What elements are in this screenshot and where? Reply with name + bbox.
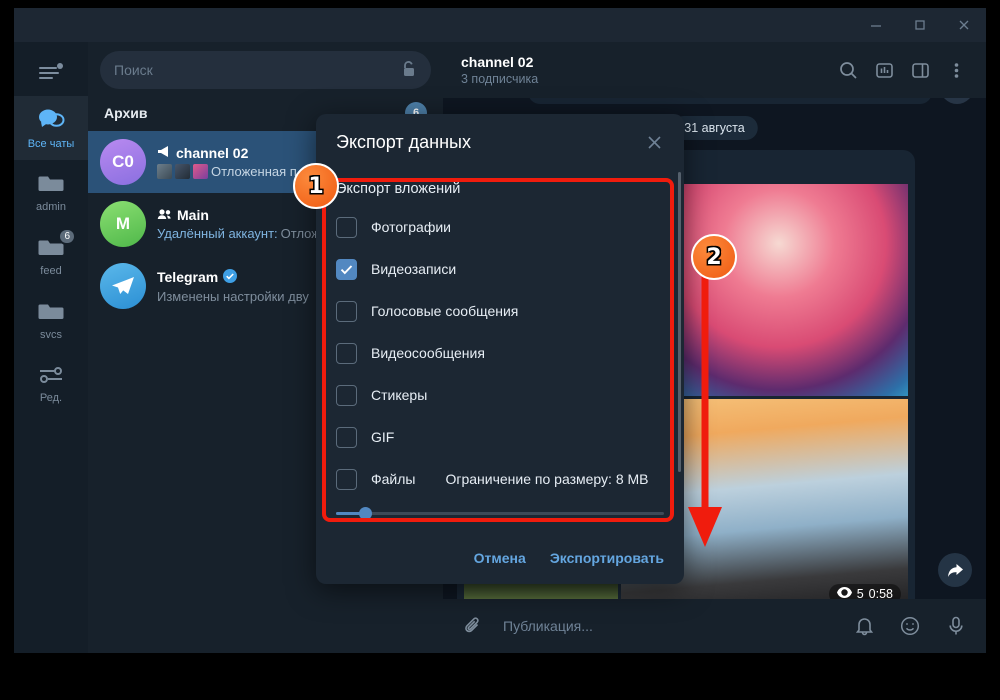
dialog-title: Экспорт данных bbox=[336, 131, 471, 152]
highlight-box bbox=[322, 178, 674, 522]
cancel-button[interactable]: Отмена bbox=[474, 550, 526, 566]
annotation-arrow bbox=[688, 255, 722, 547]
dialog-header: Экспорт данных bbox=[316, 114, 684, 170]
callout-2: 2 bbox=[691, 234, 737, 280]
callout-1: 1 bbox=[293, 163, 339, 209]
export-button[interactable]: Экспортировать bbox=[550, 550, 664, 566]
dialog-footer: Отмена Экспортировать bbox=[316, 532, 684, 584]
close-icon[interactable] bbox=[640, 128, 668, 156]
